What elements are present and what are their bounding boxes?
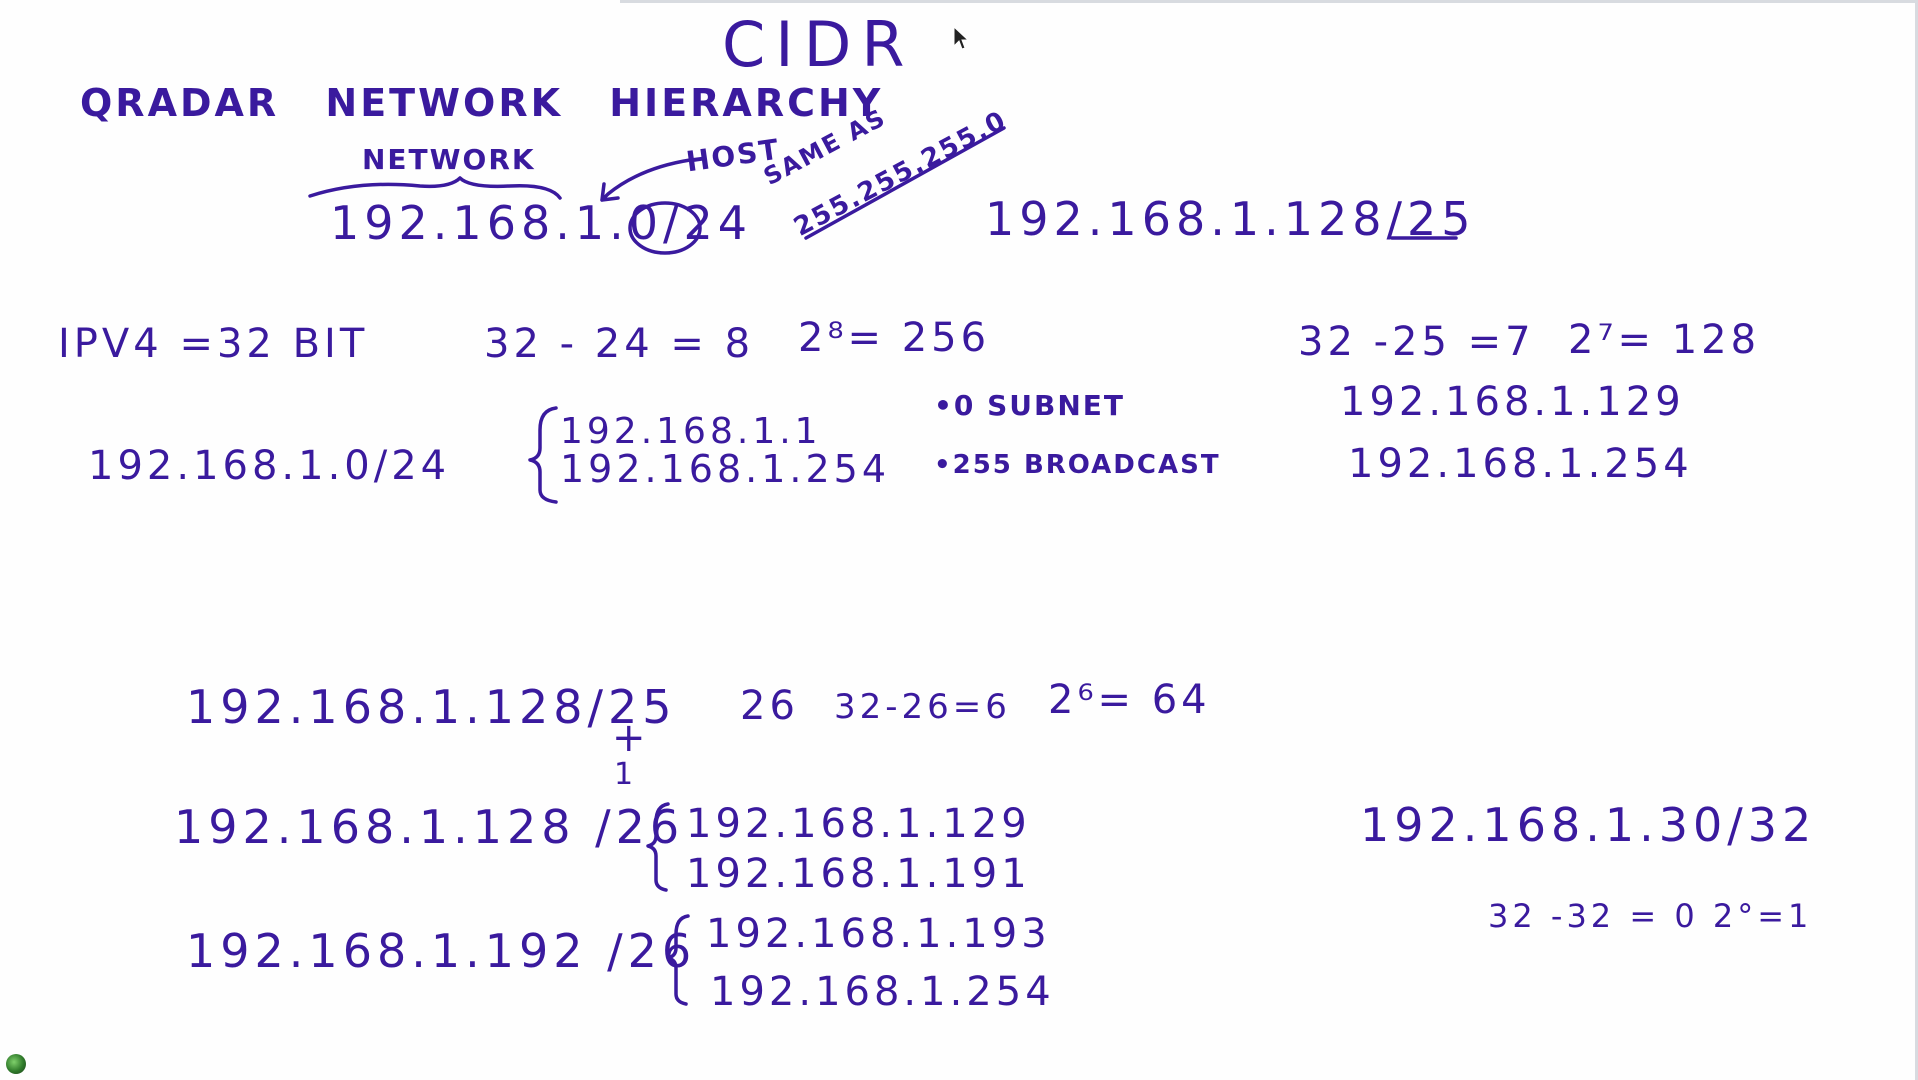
calc-26: 32-26=6 [834,687,1011,727]
cidr-example-25: 192.168.1.128/25 [985,192,1476,246]
calc-25: 32 -25 =7 [1298,319,1535,365]
power-6: 2⁶= 64 [1048,677,1211,723]
plus-sign: + [612,715,650,761]
subnet-a: 192.168.1.128 /26 [174,800,685,854]
board-subtitle: QRADAR NETWORK HIERARCHY [80,81,884,125]
host-arrow [600,158,692,202]
range-24-brace [528,406,558,504]
board-title: CIDR [722,8,915,81]
cidr-example-24: 192.168.1.0/24 [330,196,753,250]
broadcast-note: •255 BROADCAST [934,450,1221,480]
arrow-cursor-icon [953,26,969,50]
range-25-start: 192.168.1.129 [1340,379,1685,425]
range-24-end: 192.168.1.254 [560,447,891,491]
power-8: 2⁸= 256 [798,315,991,361]
subnet-b: 192.168.1.192 /26 [186,924,697,978]
calc-24: 32 - 24 = 8 [484,321,755,367]
subnet-note: •0 SUBNET [934,389,1126,422]
network-label: NETWORK [362,143,536,176]
network-24: 192.168.1.0/24 [88,443,451,489]
range-24-start: 192.168.1.1 [560,411,822,452]
plus-one: 1 [614,757,638,792]
subnet-a-start: 192.168.1.129 [686,801,1031,847]
range-25-end: 192.168.1.254 [1348,441,1693,487]
split-cidr: 192.168.1.128/25 [186,680,677,734]
mask-255-label: 255.255.255.0 [789,105,1013,243]
subnet-b-end: 192.168.1.254 [710,969,1055,1015]
subnet-a-end: 192.168.1.191 [686,851,1031,897]
app-globe-icon[interactable] [6,1054,26,1074]
host-32: 192.168.1.30/32 [1360,798,1817,852]
ipv4-bits: IPV4 =32 BIT [58,321,369,367]
new-prefix: 26 [740,683,799,729]
window-top-edge [620,0,1918,3]
network-brace [308,176,562,200]
calc-32: 32 -32 = 0 2°=1 [1488,897,1813,935]
subnet-b-start: 192.168.1.193 [706,911,1051,957]
power-7: 2⁷= 128 [1568,317,1761,363]
whiteboard: CIDR QRADAR NETWORK HIERARCHY NETWORK HO… [0,0,1918,1080]
